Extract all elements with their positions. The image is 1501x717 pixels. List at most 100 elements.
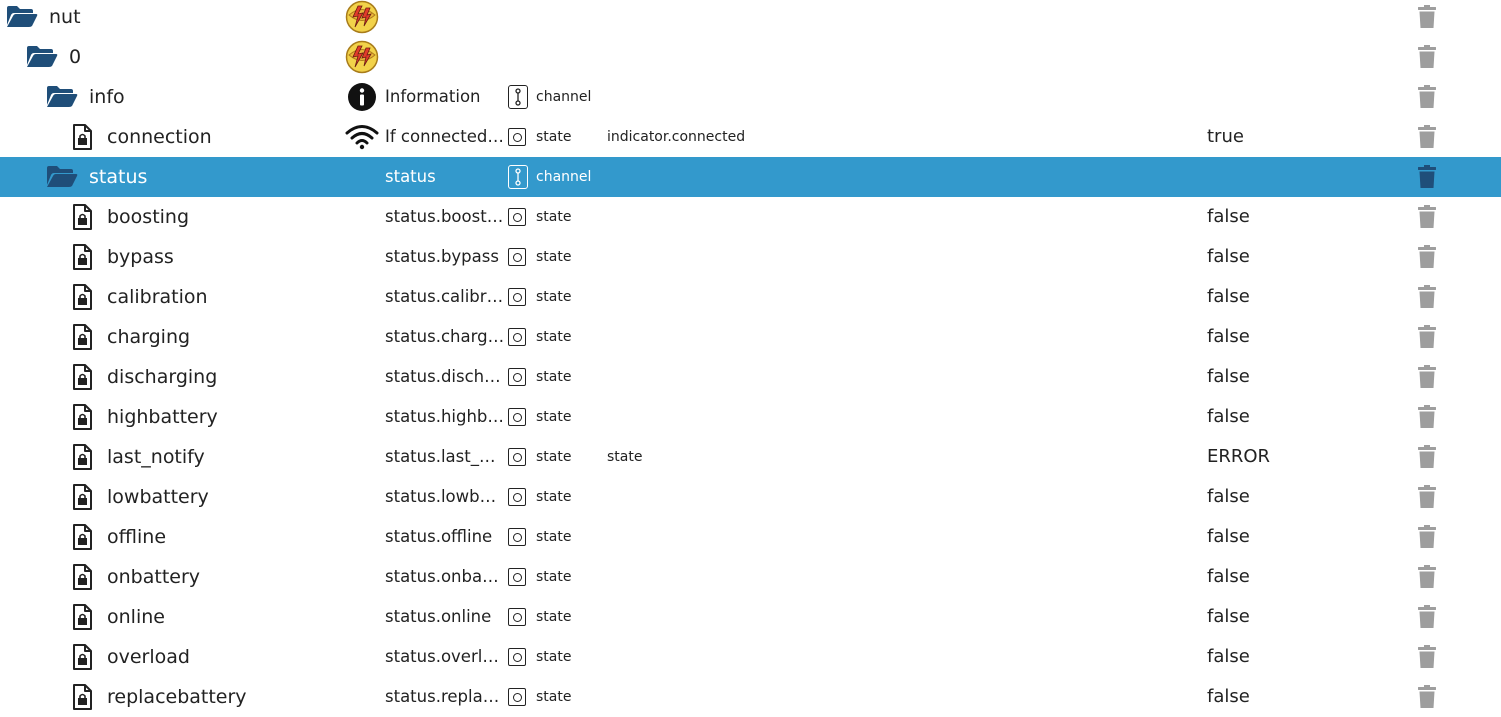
delete-trash-icon[interactable] <box>1417 317 1437 357</box>
tree-item-value[interactable]: false <box>1207 597 1250 637</box>
tree-row-discharging[interactable]: discharging status.discharging state false <box>0 357 1501 397</box>
tree-item-description: status.last_notify <box>385 447 505 466</box>
state-icon <box>508 677 526 717</box>
tree-row-status[interactable]: status status channel <box>0 157 1501 197</box>
tree-row-charging[interactable]: charging status.charging state false <box>0 317 1501 357</box>
delete-trash-icon[interactable] <box>1417 637 1437 677</box>
tree-item-value[interactable]: false <box>1207 237 1250 277</box>
tree-row-bypass[interactable]: bypass status.bypass state false <box>0 237 1501 277</box>
tree-item-description: status.replacebattery <box>385 687 505 706</box>
file-lock-icon <box>72 637 92 677</box>
delete-trash-icon[interactable] <box>1417 477 1437 517</box>
tree-item-name: status <box>89 166 148 188</box>
folder-open-icon[interactable] <box>46 157 78 197</box>
tree-item-name: nut <box>49 6 81 28</box>
delete-trash-icon[interactable] <box>1417 237 1437 277</box>
tree-item-name: overload <box>107 646 190 668</box>
delete-trash-icon[interactable] <box>1417 197 1437 237</box>
state-icon <box>508 517 526 557</box>
tree-item-value[interactable]: false <box>1207 397 1250 437</box>
tree-item-value[interactable]: true <box>1207 117 1244 157</box>
tree-item-description: status.discharging <box>385 367 505 386</box>
delete-trash-icon[interactable] <box>1417 157 1437 197</box>
tree-row-last-notify[interactable]: last_notify status.last_notify state state E… <box>0 437 1501 477</box>
folder-open-icon[interactable] <box>6 0 38 37</box>
tree-item-name: bypass <box>107 246 174 268</box>
tree-item-type: state <box>536 449 572 465</box>
delete-trash-icon[interactable] <box>1417 0 1437 37</box>
delete-trash-icon[interactable] <box>1417 517 1437 557</box>
folder-open-icon[interactable] <box>46 77 78 117</box>
tree-item-name: boosting <box>107 206 190 228</box>
state-icon <box>508 317 526 357</box>
tree-row-lowbattery[interactable]: lowbattery status.lowbattery state false <box>0 477 1501 517</box>
file-lock-icon <box>72 477 92 517</box>
tree-item-type: state <box>536 529 572 545</box>
tree-item-name: info <box>89 86 125 108</box>
tree-row-connection[interactable]: connection If connected to UPS state indica… <box>0 117 1501 157</box>
tree-item-description: status <box>385 167 436 186</box>
tree-item-description: status.charging <box>385 327 505 346</box>
tree-item-type: state <box>536 329 572 345</box>
tree-row-info[interactable]: info Information channel <box>0 77 1501 117</box>
tree-row-calibration[interactable]: calibration status.calibration state false <box>0 277 1501 317</box>
file-lock-icon <box>72 517 92 557</box>
tree-row-replacebattery[interactable]: replacebattery status.replacebattery state… <box>0 677 1501 717</box>
tree-row-offline[interactable]: offline status.offline state false <box>0 517 1501 557</box>
object-tree: nut 0 info Information channel connection If c… <box>0 0 1501 717</box>
tree-item-name: onbattery <box>107 566 201 588</box>
delete-trash-icon[interactable] <box>1417 277 1437 317</box>
tree-row-boosting[interactable]: boosting status.boosting state false <box>0 197 1501 237</box>
tree-item-value[interactable]: false <box>1207 637 1250 677</box>
tree-item-type: state <box>536 409 572 425</box>
delete-trash-icon[interactable] <box>1417 77 1437 117</box>
tree-item-value[interactable]: ERROR <box>1207 437 1270 477</box>
tree-item-value[interactable]: false <box>1207 677 1250 717</box>
adapter-logo-icon <box>344 0 380 37</box>
tree-item-value[interactable]: false <box>1207 517 1250 557</box>
tree-item-value[interactable]: false <box>1207 357 1250 397</box>
state-icon <box>508 397 526 437</box>
delete-trash-icon[interactable] <box>1417 437 1437 477</box>
tree-item-type: state <box>536 569 572 585</box>
folder-open-icon[interactable] <box>26 37 58 77</box>
tree-row-highbattery[interactable]: highbattery status.highbattery state false <box>0 397 1501 437</box>
tree-item-name: online <box>107 606 165 628</box>
tree-row-nut[interactable]: nut <box>0 0 1501 37</box>
delete-trash-icon[interactable] <box>1417 37 1437 77</box>
tree-row-onbattery[interactable]: onbattery status.onbattery state false <box>0 557 1501 597</box>
delete-trash-icon[interactable] <box>1417 117 1437 157</box>
tree-item-description: Information <box>385 87 481 106</box>
tree-item-description: status.boosting <box>385 207 505 226</box>
state-icon <box>508 197 526 237</box>
wifi-icon <box>344 117 380 157</box>
tree-item-value[interactable]: false <box>1207 197 1250 237</box>
tree-item-value[interactable]: false <box>1207 477 1250 517</box>
tree-row-0[interactable]: 0 <box>0 37 1501 77</box>
tree-row-online[interactable]: online status.online state false <box>0 597 1501 637</box>
tree-item-name: highbattery <box>107 406 218 428</box>
tree-item-value[interactable]: false <box>1207 277 1250 317</box>
tree-item-type: channel <box>536 169 592 185</box>
tree-item-value[interactable]: false <box>1207 557 1250 597</box>
tree-item-name: lowbattery <box>107 486 209 508</box>
delete-trash-icon[interactable] <box>1417 557 1437 597</box>
state-icon <box>508 637 526 677</box>
tree-item-value[interactable]: false <box>1207 317 1250 357</box>
file-lock-icon <box>72 677 92 717</box>
tree-item-description: status.highbattery <box>385 407 505 426</box>
tree-row-overload[interactable]: overload status.overload state false <box>0 637 1501 677</box>
tree-item-type: state <box>536 209 572 225</box>
tree-item-name: connection <box>107 126 212 148</box>
file-lock-icon <box>72 557 92 597</box>
file-lock-icon <box>72 357 92 397</box>
tree-item-description: status.overload <box>385 647 505 666</box>
delete-trash-icon[interactable] <box>1417 597 1437 637</box>
tree-item-description: status.lowbattery <box>385 487 505 506</box>
delete-trash-icon[interactable] <box>1417 397 1437 437</box>
delete-trash-icon[interactable] <box>1417 677 1437 717</box>
channel-icon <box>508 157 528 197</box>
file-lock-icon <box>72 237 92 277</box>
delete-trash-icon[interactable] <box>1417 357 1437 397</box>
tree-item-type: channel <box>536 89 592 105</box>
